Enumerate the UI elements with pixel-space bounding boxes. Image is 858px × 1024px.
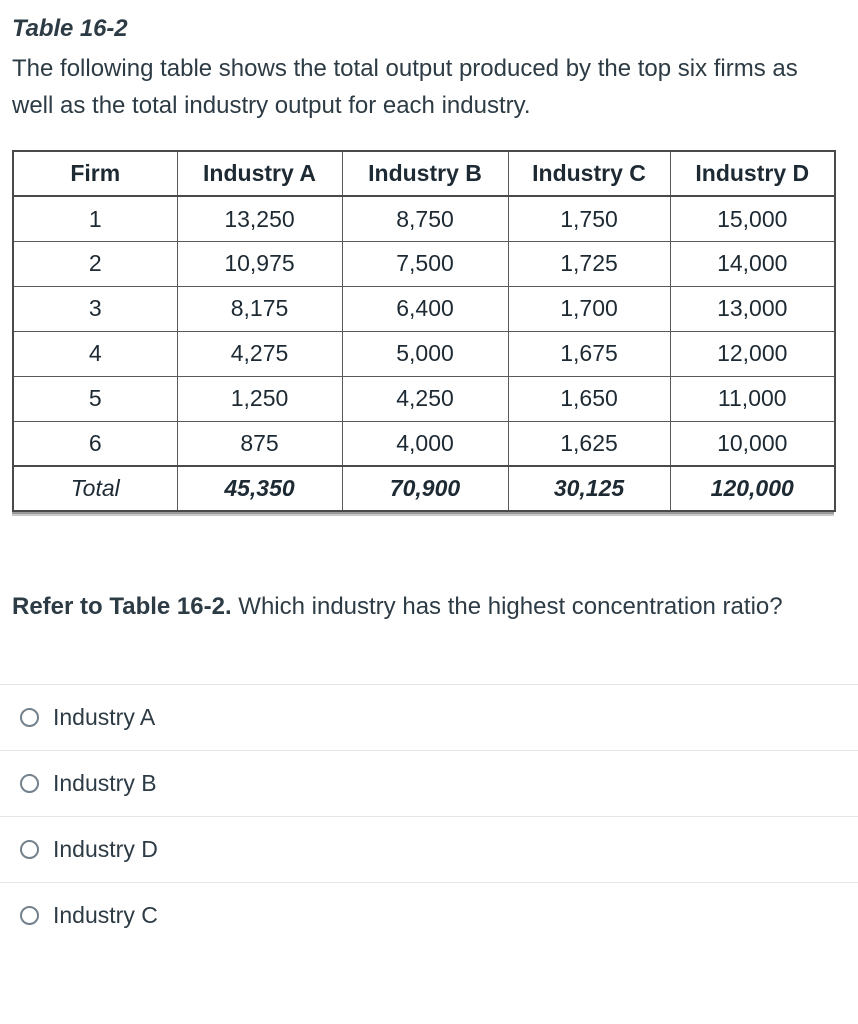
cell-industry-c: 1,725 — [507, 240, 671, 287]
column-header-industry-c: Industry C — [507, 150, 671, 198]
radio-button-icon[interactable] — [20, 707, 39, 727]
column-header-industry-a: Industry A — [176, 150, 343, 198]
cell-industry-b: 7,500 — [341, 240, 509, 287]
question-lead: Refer to Table 16-2. — [12, 593, 232, 621]
cell-firm: 5 — [12, 375, 178, 422]
cell-industry-d: 13,000 — [669, 285, 836, 332]
table-header: Firm Industry A Industry B Industry C In… — [12, 150, 836, 198]
cell-firm: 4 — [12, 330, 178, 377]
table-row: 5 1,250 4,250 1,650 11,000 — [12, 375, 836, 422]
cell-industry-d: 12,000 — [669, 330, 836, 377]
cell-industry-b: 8,750 — [341, 195, 509, 242]
table-row: 2 10,975 7,500 1,725 14,000 — [12, 240, 836, 287]
option-industry-a[interactable]: Industry A — [0, 683, 858, 750]
option-label: Industry A — [53, 703, 156, 730]
radio-button-icon[interactable] — [20, 773, 39, 793]
table-row: 6 875 4,000 1,625 10,000 — [12, 420, 836, 467]
question-body: Which industry has the highest concentra… — [231, 593, 783, 621]
table-label: Table 16-2 — [12, 15, 128, 42]
intro-description: The following table shows the total outp… — [12, 55, 798, 120]
cell-total-industry-a: 45,350 — [176, 465, 343, 512]
cell-industry-c: 1,675 — [507, 330, 671, 377]
cell-total-industry-c: 30,125 — [507, 465, 671, 512]
cell-industry-d: 14,000 — [669, 240, 836, 287]
option-label: Industry D — [53, 835, 158, 862]
radio-button-icon[interactable] — [20, 905, 39, 925]
cell-firm: 1 — [12, 195, 178, 242]
cell-industry-a: 8,175 — [176, 285, 343, 332]
cell-total-label: Total — [12, 465, 178, 512]
table-row: 4 4,275 5,000 1,675 12,000 — [12, 330, 836, 377]
question-text: Refer to Table 16-2. Which industry has … — [12, 588, 834, 625]
option-label: Industry C — [53, 901, 158, 928]
cell-industry-a: 10,975 — [176, 240, 343, 287]
cell-firm: 2 — [12, 240, 178, 287]
intro-block: Table 16-2 The following table shows the… — [0, 0, 858, 124]
column-header-industry-b: Industry B — [341, 150, 509, 198]
cell-industry-d: 15,000 — [669, 195, 836, 242]
option-label: Industry B — [53, 769, 157, 796]
table-total-row: Total 45,350 70,900 30,125 120,000 — [12, 465, 836, 512]
option-industry-c[interactable]: Industry C — [0, 881, 858, 948]
table-row: 1 13,250 8,750 1,750 15,000 — [12, 195, 836, 242]
table-bottom-edge — [12, 512, 834, 517]
option-industry-d[interactable]: Industry D — [0, 815, 858, 882]
cell-industry-a: 4,275 — [176, 330, 343, 377]
cell-industry-a: 875 — [176, 420, 343, 467]
cell-industry-a: 1,250 — [176, 375, 343, 422]
table-body: 1 13,250 8,750 1,750 15,000 2 10,975 7,5… — [12, 195, 836, 512]
cell-industry-b: 4,250 — [341, 375, 509, 422]
answer-options-list: Industry A Industry B Industry D Industr… — [0, 683, 858, 948]
output-table-container: Firm Industry A Industry B Industry C In… — [12, 150, 836, 517]
quiz-question-page: Table 16-2 The following table shows the… — [0, 0, 858, 1024]
radio-button-icon[interactable] — [20, 839, 39, 859]
cell-industry-b: 4,000 — [341, 420, 509, 467]
cell-industry-c: 1,700 — [507, 285, 671, 332]
cell-firm: 6 — [12, 420, 178, 467]
cell-industry-d: 11,000 — [669, 375, 836, 422]
cell-industry-c: 1,625 — [507, 420, 671, 467]
column-header-industry-d: Industry D — [669, 150, 836, 198]
column-header-firm: Firm — [12, 150, 178, 198]
cell-firm: 3 — [12, 285, 178, 332]
industry-output-table: Firm Industry A Industry B Industry C In… — [12, 150, 836, 513]
cell-total-industry-b: 70,900 — [341, 465, 509, 512]
option-industry-b[interactable]: Industry B — [0, 749, 858, 816]
cell-industry-c: 1,650 — [507, 375, 671, 422]
cell-industry-b: 5,000 — [341, 330, 509, 377]
cell-industry-a: 13,250 — [176, 195, 343, 242]
table-header-row: Firm Industry A Industry B Industry C In… — [12, 150, 836, 198]
cell-total-industry-d: 120,000 — [669, 465, 836, 512]
cell-industry-b: 6,400 — [341, 285, 509, 332]
table-row: 3 8,175 6,400 1,700 13,000 — [12, 285, 836, 332]
cell-industry-d: 10,000 — [669, 420, 836, 467]
cell-industry-c: 1,750 — [507, 195, 671, 242]
